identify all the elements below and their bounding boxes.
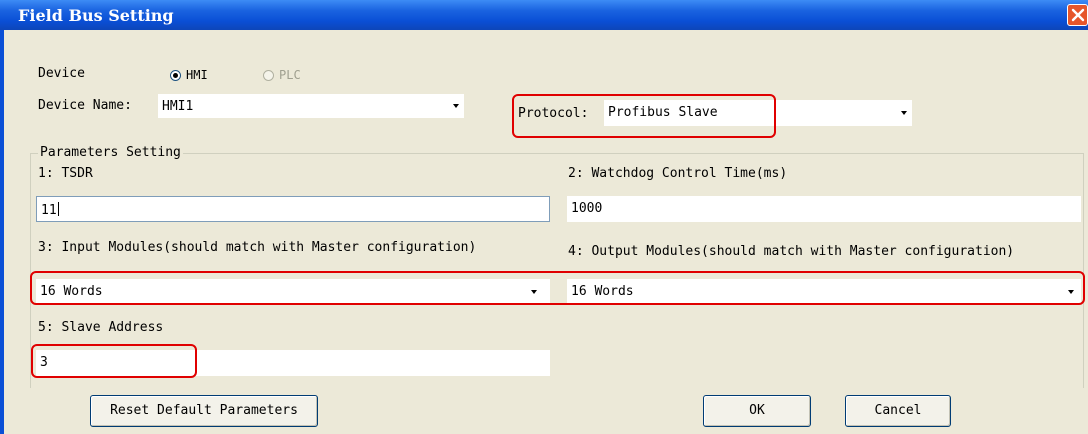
device-name-label: Device Name: (38, 98, 132, 113)
watchdog-label: 2: Watchdog Control Time(ms) (568, 166, 788, 181)
device-name-value: HMI1 (162, 99, 194, 114)
device-radio-plc (263, 70, 274, 81)
slave-address-label: 5: Slave Address (38, 320, 164, 335)
watchdog-value: 1000 (571, 201, 603, 216)
output-modules-select[interactable]: 16 Words (567, 279, 1081, 304)
slave-address-value: 3 (40, 355, 48, 370)
chevron-down-icon[interactable] (448, 94, 464, 118)
chevron-down-icon[interactable] (1063, 279, 1079, 304)
output-modules-value: 16 Words (571, 284, 634, 299)
device-radio-hmi[interactable] (170, 70, 181, 81)
parameters-group-label: Parameters Setting (38, 145, 183, 160)
chevron-down-icon[interactable] (526, 279, 542, 304)
slave-address-input[interactable]: 3 (36, 350, 550, 376)
chevron-down-icon[interactable] (896, 100, 912, 126)
output-modules-label: 4: Output Modules(should match with Mast… (568, 244, 1015, 259)
close-button[interactable] (1067, 4, 1088, 26)
ok-button[interactable]: OK (703, 395, 811, 427)
device-label: Device (38, 66, 85, 81)
device-name-select[interactable]: HMI1 (158, 94, 464, 118)
watchdog-input[interactable]: 1000 (567, 196, 1081, 222)
protocol-label: Protocol: (518, 106, 589, 121)
title-bar: Field Bus Setting (0, 0, 1088, 30)
input-modules-select[interactable]: 16 Words (36, 279, 550, 304)
window-title: Field Bus Setting (18, 6, 174, 25)
device-hmi-label[interactable]: HMI (186, 68, 208, 82)
close-icon (1071, 8, 1085, 22)
reset-default-button[interactable]: Reset Default Parameters (90, 395, 318, 427)
tsdr-label: 1: TSDR (38, 166, 93, 181)
input-modules-value: 16 Words (40, 284, 103, 299)
protocol-select[interactable]: Profibus Slave (604, 100, 912, 126)
protocol-value: Profibus Slave (608, 105, 718, 120)
tsdr-input[interactable]: 11 (36, 196, 550, 222)
tsdr-value: 11 (41, 203, 57, 218)
input-modules-label: 3: Input Modules(should match with Maste… (38, 240, 477, 255)
device-plc-label: PLC (279, 68, 301, 82)
cancel-button[interactable]: Cancel (845, 395, 951, 427)
